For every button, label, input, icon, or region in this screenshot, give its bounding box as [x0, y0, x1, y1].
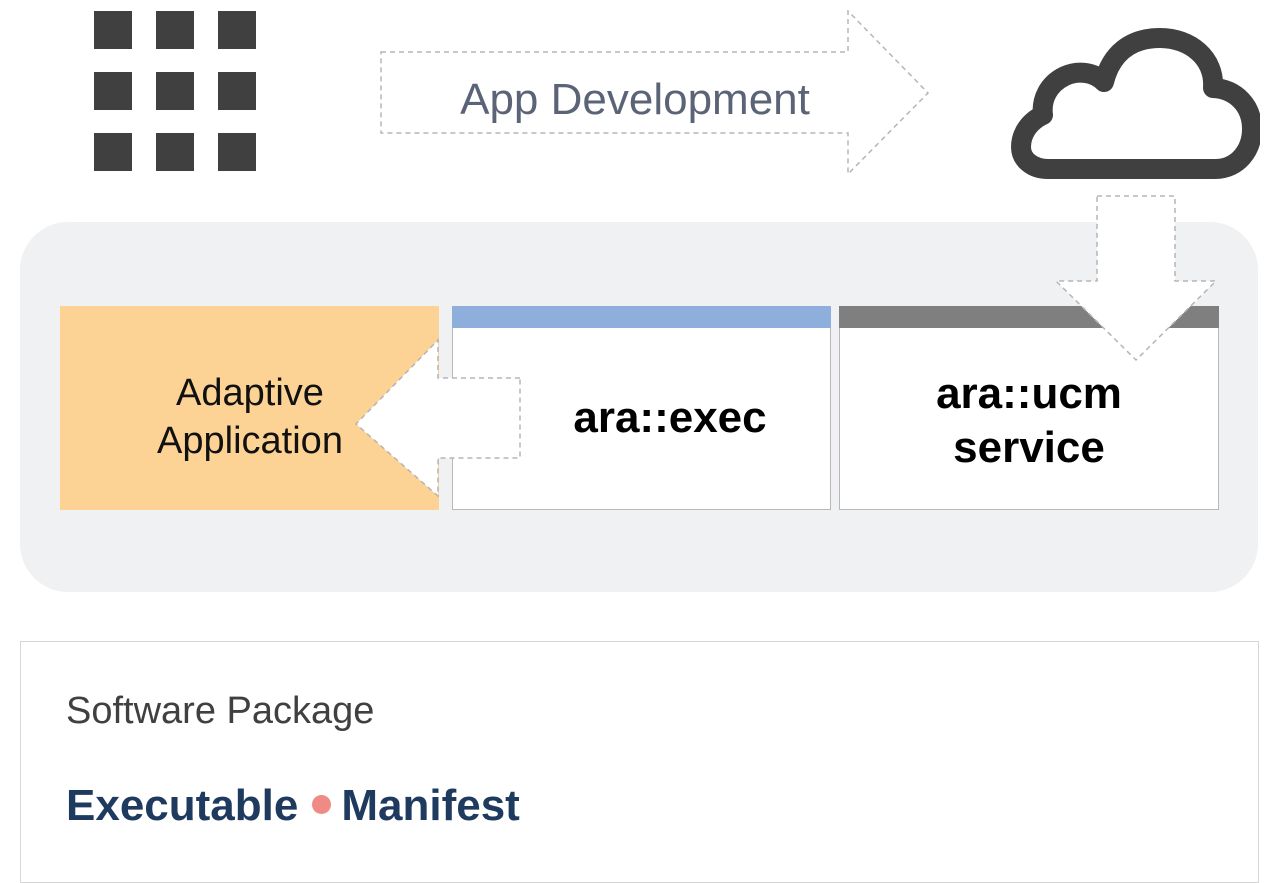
- ucm-service-label: ara::ucm service: [839, 367, 1219, 475]
- grid-square: [94, 11, 132, 49]
- grid-icon: [94, 11, 256, 171]
- grid-square: [94, 133, 132, 171]
- adaptive-application-line1: Adaptive: [176, 372, 324, 414]
- grid-square: [156, 11, 194, 49]
- grid-square: [218, 72, 256, 110]
- app-development-label: App Development: [460, 75, 810, 124]
- cloud-icon: [1011, 28, 1260, 179]
- executable-item: Executable: [66, 781, 299, 830]
- grid-square: [156, 133, 194, 171]
- manifest-item: Manifest: [341, 781, 520, 830]
- exec-service-label: ara::exec: [573, 393, 767, 442]
- adaptive-application-line2: Application: [157, 420, 343, 462]
- software-package-items: Executable Manifest: [66, 778, 520, 834]
- grid-square: [218, 11, 256, 49]
- ucm-service-line1: ara::ucm: [936, 369, 1122, 418]
- bullet-dot: [312, 795, 332, 814]
- adaptive-application-label: Adaptive Application: [60, 369, 440, 465]
- ucm-service-header-bar: [839, 306, 1219, 328]
- grid-square: [218, 133, 256, 171]
- software-package-panel: [20, 641, 1259, 883]
- grid-square: [94, 72, 132, 110]
- grid-square: [156, 72, 194, 110]
- ucm-service-line2: service: [953, 423, 1105, 472]
- exec-service-header-bar: [452, 306, 831, 328]
- software-package-title: Software Package: [66, 690, 375, 732]
